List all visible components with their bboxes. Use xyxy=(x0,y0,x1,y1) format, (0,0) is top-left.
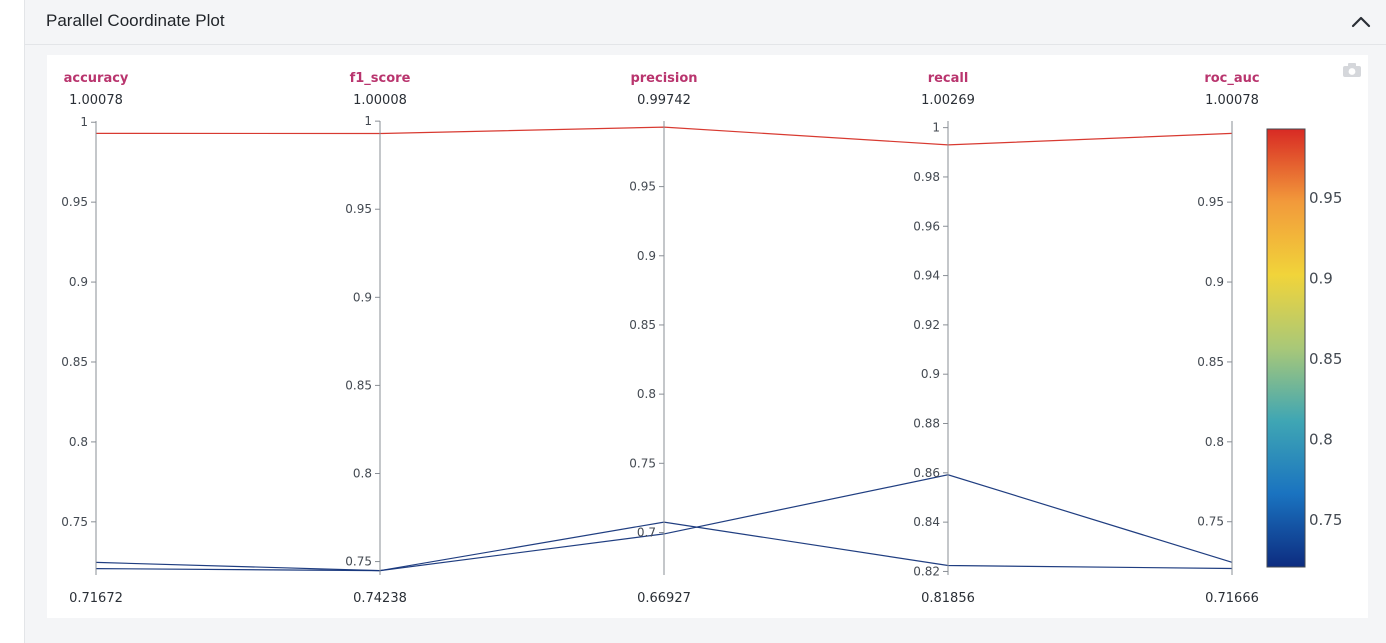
chevron-up-icon[interactable] xyxy=(1349,10,1373,34)
panel-header[interactable]: Parallel Coordinate Plot xyxy=(25,0,1386,45)
camera-icon[interactable] xyxy=(1342,62,1362,78)
plot-area xyxy=(47,55,1368,618)
panel-title: Parallel Coordinate Plot xyxy=(46,11,225,30)
